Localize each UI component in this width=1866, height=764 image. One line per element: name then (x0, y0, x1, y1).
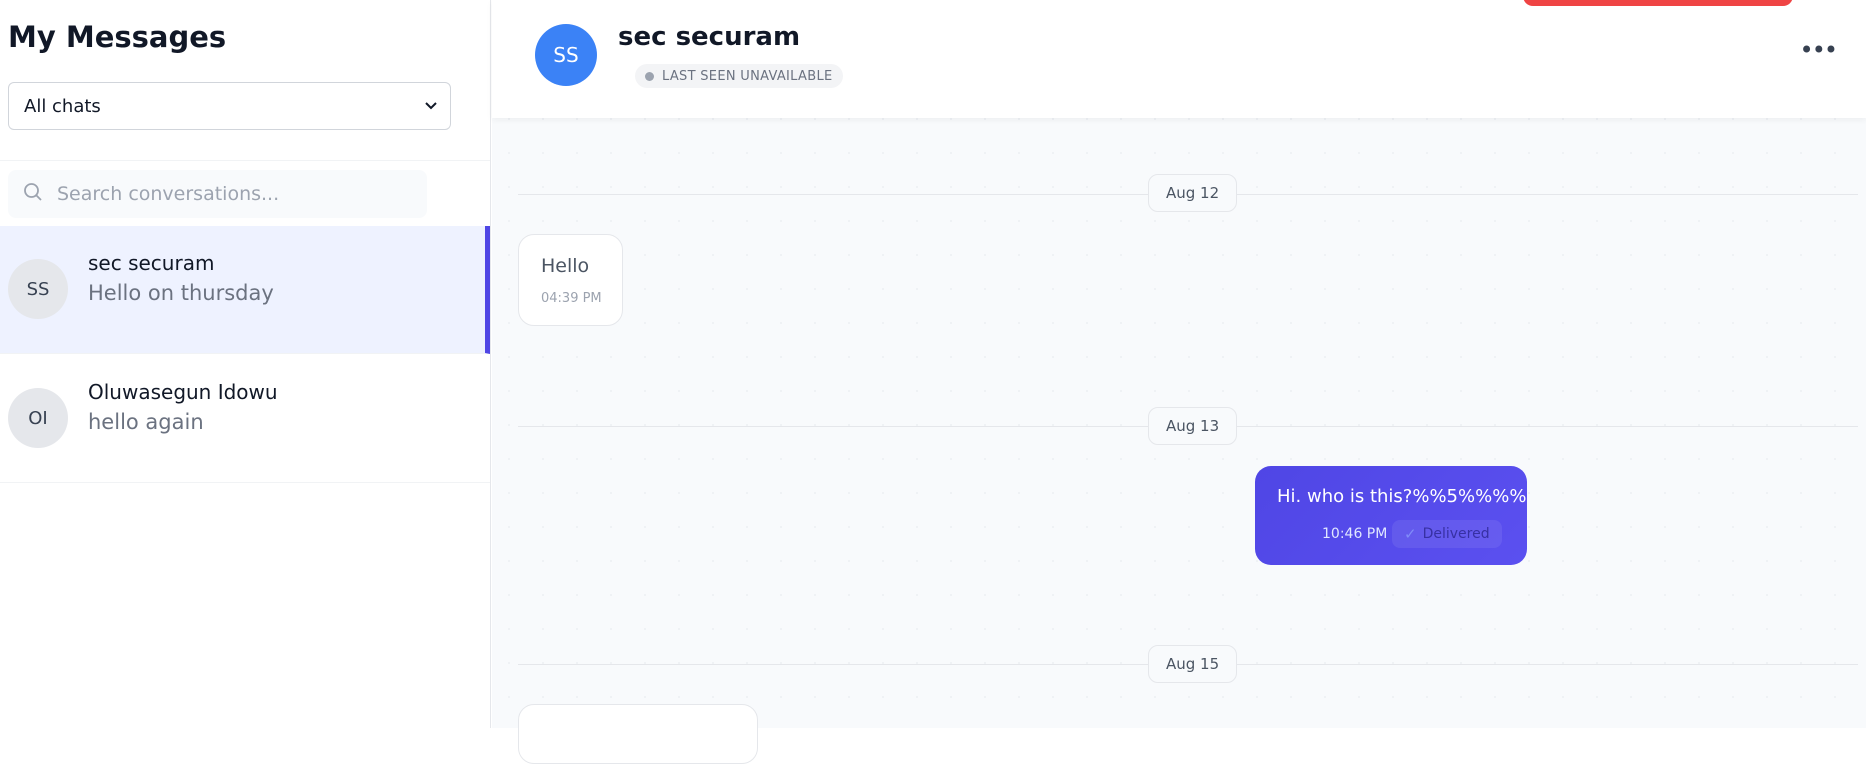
conversation-preview: hello again (88, 410, 204, 434)
day-divider-label: Aug 15 (1148, 645, 1238, 683)
more-horizontal-icon[interactable]: ••• (1800, 36, 1838, 64)
avatar: SS (8, 259, 68, 319)
conversation-preview: Hello on thursday (88, 281, 274, 305)
message-time: 04:39 PM (541, 291, 602, 306)
conversation-name: Oluwasegun Idowu (88, 380, 278, 404)
conversation-item-sec-securam[interactable]: SS sec securam Hello on thursday (0, 226, 490, 354)
status-text: LAST SEEN UNAVAILABLE (662, 68, 833, 84)
sidebar-title: My Messages (8, 20, 227, 54)
message-incoming-partial (518, 704, 758, 764)
message-text: Hi. who is this?%%5%%%% (1277, 486, 1527, 507)
delivery-status-badge: ✓ Delivered (1392, 520, 1502, 548)
message-outgoing: Hi. who is this?%%5%%%% 10:46 PM ✓ Deliv… (1255, 466, 1527, 565)
alert-banner (1523, 0, 1793, 6)
status-dot-icon (645, 71, 654, 81)
conversation-item-oluwasegun-idowu[interactable]: OI Oluwasegun Idowu hello again (0, 355, 490, 483)
day-divider-label: Aug 13 (1148, 407, 1238, 445)
delivery-status-text: Delivered (1422, 526, 1490, 542)
chevron-down-icon (424, 96, 438, 117)
chat-filter-value: All chats (24, 95, 101, 117)
status-badge: LAST SEEN UNAVAILABLE (635, 64, 843, 88)
day-divider-label: Aug 12 (1148, 174, 1238, 212)
chat-filter-select[interactable]: All chats (8, 82, 451, 130)
search-box[interactable] (8, 170, 427, 218)
chat-panel: SS sec securam LAST SEEN UNAVAILABLE •••… (492, 0, 1866, 764)
message-incoming: Hello 04:39 PM (518, 234, 623, 326)
conversation-name: sec securam (88, 251, 215, 275)
chat-header: SS sec securam LAST SEEN UNAVAILABLE ••• (492, 0, 1866, 118)
chat-header-avatar: SS (535, 24, 597, 86)
check-icon: ✓ (1404, 525, 1417, 543)
conversation-sidebar: My Messages All chats SS sec securam Hel… (0, 0, 491, 728)
divider (0, 160, 490, 161)
search-icon (23, 182, 43, 206)
message-time: 10:46 PM (1322, 526, 1388, 542)
search-input[interactable] (55, 182, 419, 206)
message-text: Hello (541, 255, 590, 277)
chat-header-name: sec securam (618, 22, 801, 52)
avatar: OI (8, 388, 68, 448)
